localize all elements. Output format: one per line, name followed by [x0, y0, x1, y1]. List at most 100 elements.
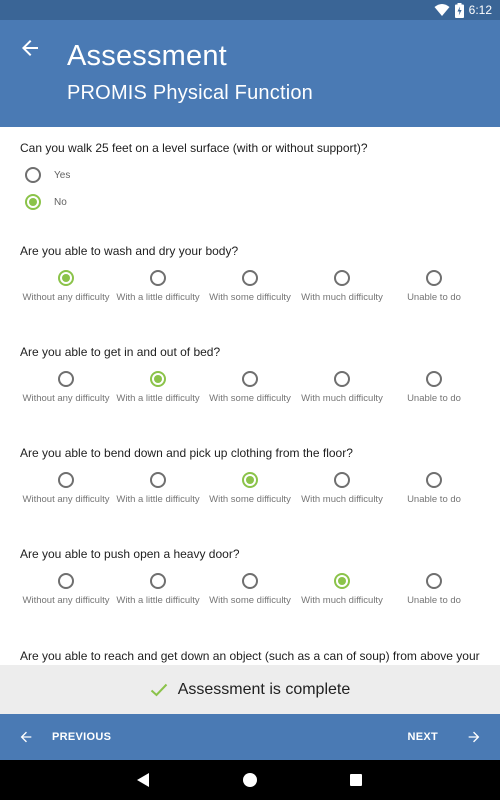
radio-option-without-any-difficulty[interactable]: Without any difficulty — [20, 472, 112, 506]
radio-button[interactable] — [242, 573, 258, 589]
radio-button-selected[interactable] — [334, 573, 350, 589]
option-label: Without any difficulty — [22, 292, 110, 303]
page-subtitle: PROMIS Physical Function — [67, 82, 313, 104]
radio-option-unable-to-do[interactable]: Unable to do — [388, 371, 480, 405]
option-label: Without any difficulty — [22, 595, 110, 606]
radio-button[interactable] — [150, 472, 166, 488]
radio-option-some-difficulty[interactable]: With some difficulty — [204, 573, 296, 607]
radio-option-much-difficulty[interactable]: With much difficulty — [296, 270, 388, 304]
answer-scale: Without any difficulty With a little dif… — [20, 270, 480, 330]
back-button[interactable] — [18, 36, 42, 60]
radio-button[interactable] — [334, 270, 350, 286]
radio-option-yes[interactable]: Yes — [25, 167, 70, 183]
app-bar: Assessment PROMIS Physical Function — [0, 20, 500, 127]
system-back-button[interactable] — [118, 760, 168, 800]
question-text: Can you walk 25 feet on a level surface … — [20, 141, 368, 155]
previous-button[interactable]: PREVIOUS — [18, 714, 111, 760]
radio-option-a-little-difficulty[interactable]: With a little difficulty — [112, 270, 204, 304]
radio-option-some-difficulty[interactable]: With some difficulty — [204, 371, 296, 405]
option-label: Unable to do — [407, 494, 461, 505]
answer-scale: Without any difficulty With a little dif… — [20, 371, 480, 431]
option-label: Unable to do — [407, 393, 461, 404]
option-label: With much difficulty — [301, 292, 383, 303]
radio-option-some-difficulty[interactable]: With some difficulty — [204, 472, 296, 506]
radio-button[interactable] — [150, 270, 166, 286]
radio-option-much-difficulty[interactable]: With much difficulty — [296, 573, 388, 607]
radio-button[interactable] — [426, 270, 442, 286]
radio-option-unable-to-do[interactable]: Unable to do — [388, 472, 480, 506]
system-home-button[interactable] — [225, 760, 275, 800]
option-label: With much difficulty — [301, 393, 383, 404]
option-label: With a little difficulty — [116, 595, 200, 606]
radio-button[interactable] — [426, 472, 442, 488]
radio-button[interactable] — [426, 573, 442, 589]
radio-option-a-little-difficulty[interactable]: With a little difficulty — [112, 472, 204, 506]
arrow-forward-icon — [468, 731, 480, 743]
radio-option-unable-to-do[interactable]: Unable to do — [388, 270, 480, 304]
option-label: With much difficulty — [301, 595, 383, 606]
status-icons: 6:12 — [434, 2, 492, 18]
option-label: No — [54, 196, 67, 208]
radio-button[interactable] — [58, 573, 74, 589]
radio-button[interactable] — [334, 472, 350, 488]
radio-option-no[interactable]: No — [25, 194, 67, 210]
option-label: Unable to do — [407, 595, 461, 606]
radio-button-selected[interactable] — [25, 194, 41, 210]
status-bar: 6:12 — [0, 0, 500, 20]
battery-charging-icon — [454, 2, 464, 18]
radio-button[interactable] — [150, 573, 166, 589]
next-button[interactable]: NEXT — [407, 714, 482, 760]
option-label: Yes — [54, 169, 71, 181]
option-label: With some difficulty — [209, 292, 291, 303]
radio-option-much-difficulty[interactable]: With much difficulty — [296, 472, 388, 506]
arrow-back-icon — [20, 731, 32, 743]
option-label: Without any difficulty — [22, 494, 110, 505]
radio-button[interactable] — [426, 371, 442, 387]
option-label: With a little difficulty — [116, 292, 200, 303]
circle-home-icon — [243, 773, 257, 787]
bottom-nav-bar: PREVIOUS NEXT — [0, 714, 500, 760]
completion-snackbar: Assessment is complete — [0, 665, 500, 714]
radio-button-selected[interactable] — [58, 270, 74, 286]
question-text: Are you able to reach and get down an ob… — [20, 649, 480, 665]
radio-button-selected[interactable] — [150, 371, 166, 387]
square-recents-icon — [350, 774, 362, 786]
system-recents-button[interactable] — [331, 760, 381, 800]
radio-option-unable-to-do[interactable]: Unable to do — [388, 573, 480, 607]
status-time: 6:12 — [468, 3, 492, 17]
question-text: Are you able to wash and dry your body? — [20, 244, 239, 258]
radio-button-selected[interactable] — [242, 472, 258, 488]
system-nav-bar — [0, 760, 500, 800]
radio-button[interactable] — [242, 371, 258, 387]
radio-option-without-any-difficulty[interactable]: Without any difficulty — [20, 573, 112, 607]
option-label: Unable to do — [407, 292, 461, 303]
triangle-back-icon — [137, 773, 149, 787]
question-text: Are you able to get in and out of bed? — [20, 345, 221, 359]
radio-button[interactable] — [58, 472, 74, 488]
question-text: Are you able to bend down and pick up cl… — [20, 446, 353, 460]
option-label: Without any difficulty — [22, 393, 110, 404]
option-label: With some difficulty — [209, 494, 291, 505]
radio-option-without-any-difficulty[interactable]: Without any difficulty — [20, 270, 112, 304]
arrow-back-icon — [22, 40, 38, 56]
radio-button[interactable] — [58, 371, 74, 387]
option-label: With some difficulty — [209, 393, 291, 404]
previous-label: PREVIOUS — [52, 731, 112, 743]
radio-option-without-any-difficulty[interactable]: Without any difficulty — [20, 371, 112, 405]
radio-button[interactable] — [334, 371, 350, 387]
radio-button[interactable] — [242, 270, 258, 286]
radio-option-a-little-difficulty[interactable]: With a little difficulty — [112, 573, 204, 607]
option-label: With a little difficulty — [116, 494, 200, 505]
radio-option-some-difficulty[interactable]: With some difficulty — [204, 270, 296, 304]
question-text: Are you able to push open a heavy door? — [20, 547, 240, 561]
option-label: With much difficulty — [301, 494, 383, 505]
wifi-icon — [434, 4, 450, 16]
option-label: With a little difficulty — [116, 393, 200, 404]
radio-option-much-difficulty[interactable]: With much difficulty — [296, 371, 388, 405]
questionnaire[interactable]: Can you walk 25 feet on a level surface … — [0, 127, 500, 665]
answer-scale: Without any difficulty With a little dif… — [20, 573, 480, 633]
answer-scale: Without any difficulty With a little dif… — [20, 472, 480, 532]
radio-button[interactable] — [25, 167, 41, 183]
radio-option-a-little-difficulty[interactable]: With a little difficulty — [112, 371, 204, 405]
option-label: With some difficulty — [209, 595, 291, 606]
